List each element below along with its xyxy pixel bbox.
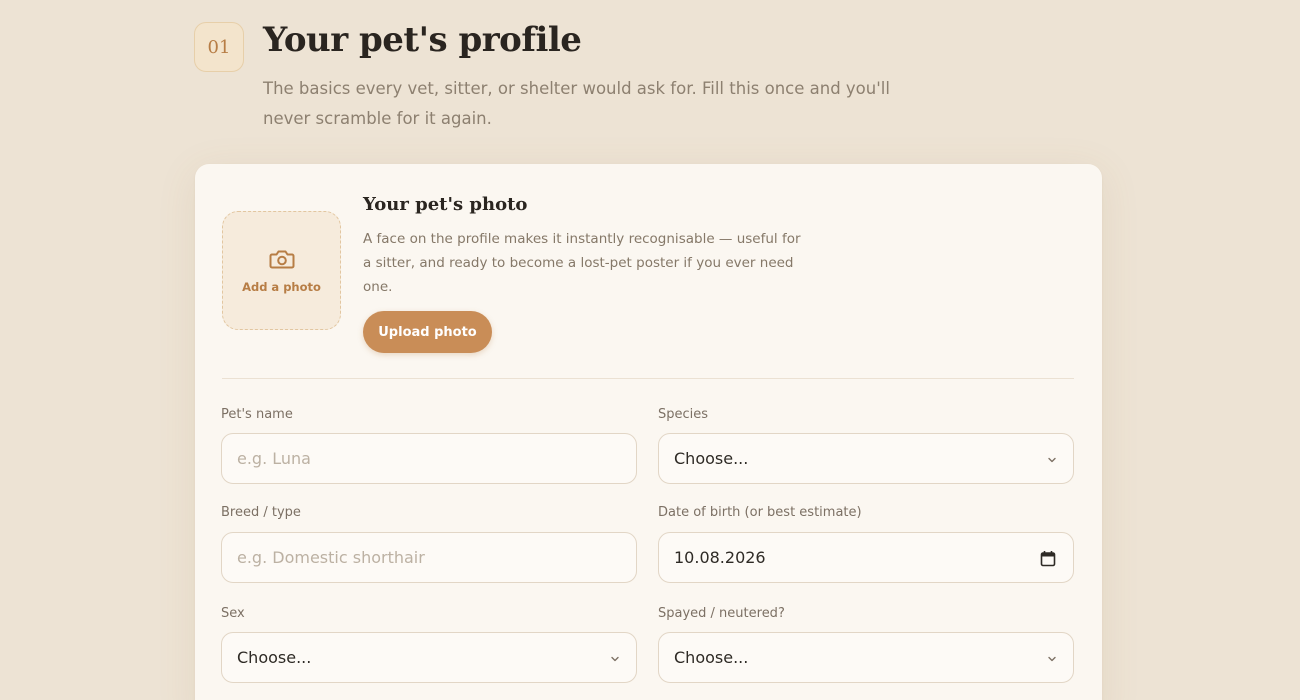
dob-value: 10.08.2026 xyxy=(674,548,766,567)
profile-card: Add a photo Your pet's photo A face on t… xyxy=(195,164,1102,700)
page-subtitle: The basics every vet, sitter, or shelter… xyxy=(263,79,890,128)
page: 01 Your pet's profile The basics every v… xyxy=(0,0,1300,700)
calendar-icon[interactable] xyxy=(1040,550,1056,567)
breed-label: Breed / type xyxy=(221,505,301,520)
chevron-down-icon xyxy=(1048,656,1056,662)
breed-input[interactable]: e.g. Domestic shorthair xyxy=(221,532,637,583)
spayed-value: Choose... xyxy=(674,648,749,667)
species-value: Choose... xyxy=(674,449,749,468)
sex-value: Choose... xyxy=(237,648,312,667)
photo-dropzone[interactable]: Add a photo xyxy=(222,211,341,330)
dob-input[interactable]: 10.08.2026 xyxy=(658,532,1074,583)
sex-select[interactable]: Choose... xyxy=(221,632,637,683)
photo-section-title: Your pet's photo xyxy=(363,194,528,215)
upload-photo-button[interactable]: Upload photo xyxy=(363,311,492,353)
species-label: Species xyxy=(658,407,709,422)
breed-placeholder: e.g. Domestic shorthair xyxy=(237,548,425,567)
photo-section-description: A face on the profile makes it instantly… xyxy=(363,231,801,295)
pet-name-placeholder: e.g. Luna xyxy=(237,449,311,468)
camera-icon xyxy=(269,250,294,268)
chevron-down-icon xyxy=(1048,457,1056,463)
pet-name-input[interactable]: e.g. Luna xyxy=(221,433,637,484)
divider xyxy=(222,378,1074,379)
spayed-label: Spayed / neutered? xyxy=(658,606,785,621)
sex-label: Sex xyxy=(221,606,245,621)
dropzone-label: Add a photo xyxy=(242,279,321,294)
dob-label: Date of birth (or best estimate) xyxy=(658,505,862,520)
page-title: Your pet's profile xyxy=(263,20,582,60)
spayed-select[interactable]: Choose... xyxy=(658,632,1074,683)
species-select[interactable]: Choose... xyxy=(658,433,1074,484)
step-badge: 01 xyxy=(194,22,244,72)
chevron-down-icon xyxy=(611,656,619,662)
pet-name-label: Pet's name xyxy=(221,407,293,422)
